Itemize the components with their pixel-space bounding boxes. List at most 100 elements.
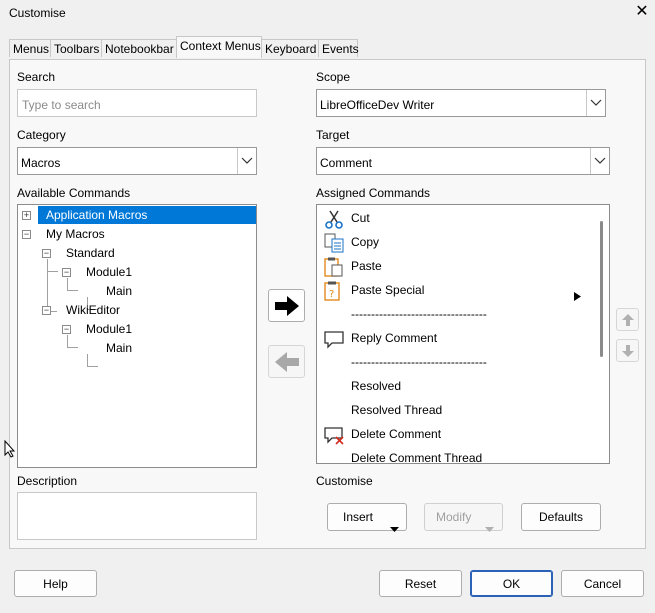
arrow-right-icon <box>274 295 299 316</box>
tree-item-my-macros[interactable]: − My Macros <box>18 225 256 243</box>
command-separator[interactable]: ---------------------------------- <box>319 303 604 325</box>
move-up-button[interactable] <box>616 308 639 331</box>
move-down-button[interactable] <box>616 339 639 362</box>
assigned-commands-label: Assigned Commands <box>316 186 431 200</box>
command-paste-special[interactable]: ? Paste Special <box>319 279 604 301</box>
tree-item-label: Application Macros <box>46 208 148 222</box>
tab-menus[interactable]: Menus <box>9 39 51 57</box>
ok-button[interactable]: OK <box>470 570 553 597</box>
tree-item-main[interactable]: Main <box>18 282 256 300</box>
category-value: Macros <box>21 156 61 170</box>
close-icon[interactable]: ✕ <box>633 3 651 21</box>
ok-label: OK <box>502 577 521 591</box>
help-label: Help <box>43 577 68 591</box>
collapse-minus-icon[interactable]: − <box>22 230 31 239</box>
command-copy[interactable]: Copy <box>319 231 604 253</box>
window-title: Customise <box>9 6 66 20</box>
command-label: Paste Special <box>351 283 425 297</box>
search-label: Search <box>17 70 56 84</box>
tree-item-standard[interactable]: − Standard <box>18 244 256 262</box>
command-label: Reply Comment <box>351 331 438 345</box>
tree-item-module1[interactable]: − Module1 <box>18 320 256 338</box>
add-command-button[interactable] <box>268 289 305 322</box>
dropdown-arrow-icon <box>485 515 494 541</box>
tab-events[interactable]: Events <box>318 39 359 57</box>
collapse-minus-icon[interactable]: − <box>62 325 71 334</box>
cancel-button[interactable]: Cancel <box>561 570 644 597</box>
collapse-minus-icon[interactable]: − <box>62 268 71 277</box>
category-label: Category <box>17 128 66 142</box>
command-delete-comment-thread[interactable]: Delete Comment Thread <box>319 447 604 464</box>
tab-label: Toolbars <box>54 42 100 56</box>
svg-text:?: ? <box>329 289 334 300</box>
tree-item-application-macros[interactable]: + Application Macros <box>18 206 256 224</box>
command-label: Resolved Thread <box>351 403 443 417</box>
command-paste[interactable]: Paste <box>319 255 604 277</box>
tree-item-wikieditor[interactable]: − WikiEditor <box>18 301 256 319</box>
command-label: Cut <box>351 211 370 225</box>
delete-comment-icon <box>323 425 345 445</box>
scrollbar-thumb[interactable] <box>600 221 603 357</box>
tab-label: Notebookbar <box>105 42 174 56</box>
command-delete-comment[interactable]: Delete Comment <box>319 423 604 445</box>
description-field <box>17 492 257 540</box>
modify-label: Modify <box>436 510 472 524</box>
command-separator[interactable]: ---------------------------------- <box>319 351 604 373</box>
available-commands-tree[interactable]: + Application Macros − My Macros − Stand… <box>17 204 257 468</box>
command-reply-comment[interactable]: Reply Comment <box>319 327 604 349</box>
collapse-minus-icon[interactable]: − <box>42 249 51 258</box>
command-label: Paste <box>351 259 382 273</box>
separator-label: ---------------------------------- <box>351 355 487 369</box>
assigned-commands-list[interactable]: Cut Copy Paste ? Paste Special ---------… <box>316 204 610 464</box>
separator-label: ---------------------------------- <box>351 307 487 321</box>
reset-button[interactable]: Reset <box>379 570 462 597</box>
tree-item-main[interactable]: Main <box>18 339 256 357</box>
search-placeholder: Type to search <box>22 98 101 112</box>
command-cut[interactable]: Cut <box>319 207 604 229</box>
scissors-icon <box>323 209 345 229</box>
tree-item-label: Module1 <box>86 322 133 336</box>
mouse-cursor-icon <box>4 439 16 461</box>
help-button[interactable]: Help <box>14 570 97 597</box>
customise-label: Customise <box>316 474 373 488</box>
category-select[interactable]: Macros <box>17 147 257 175</box>
command-label: Resolved <box>351 379 402 393</box>
command-label: Copy <box>351 235 380 249</box>
tree-item-label: Main <box>106 341 133 355</box>
scope-select[interactable]: LibreOfficeDev Writer <box>316 89 606 117</box>
scope-label: Scope <box>316 70 351 84</box>
tab-label: Menus <box>13 42 50 56</box>
reset-label: Reset <box>404 577 437 591</box>
insert-label: Insert <box>343 510 374 524</box>
command-label: Delete Comment Thread <box>351 451 483 464</box>
tree-item-label: Standard <box>66 246 115 260</box>
remove-command-button[interactable] <box>268 345 305 378</box>
tab-toolbars[interactable]: Toolbars <box>50 39 102 57</box>
command-resolved[interactable]: Resolved <box>319 375 604 397</box>
modify-button[interactable]: Modify <box>424 503 503 532</box>
command-label: Delete Comment <box>351 427 442 441</box>
tab-context-menus[interactable]: Context Menus <box>176 36 262 58</box>
reply-comment-icon <box>323 329 345 349</box>
arrow-up-icon <box>621 313 634 326</box>
command-resolved-thread[interactable]: Resolved Thread <box>319 399 604 421</box>
cancel-label: Cancel <box>583 577 622 591</box>
expand-plus-icon[interactable]: + <box>22 211 31 220</box>
chevron-down-icon <box>586 90 605 116</box>
tab-keyboard[interactable]: Keyboard <box>261 39 319 57</box>
tab-notebookbar[interactable]: Notebookbar <box>101 39 177 57</box>
available-commands-label: Available Commands <box>17 186 131 200</box>
target-select[interactable]: Comment <box>316 147 610 175</box>
tree-item-module1[interactable]: − Module1 <box>18 263 256 281</box>
collapse-minus-icon[interactable]: − <box>42 306 51 315</box>
tree-item-label: Module1 <box>86 265 133 279</box>
tree-item-label: Main <box>106 284 133 298</box>
chevron-down-icon <box>237 148 256 174</box>
insert-button[interactable]: Insert <box>327 503 407 532</box>
search-input[interactable]: Type to search <box>17 89 257 117</box>
defaults-button[interactable]: Defaults <box>521 503 601 531</box>
paste-icon <box>323 257 345 277</box>
tab-label: Keyboard <box>265 42 317 56</box>
target-value: Comment <box>320 156 373 170</box>
tab-label: Events <box>322 42 359 56</box>
